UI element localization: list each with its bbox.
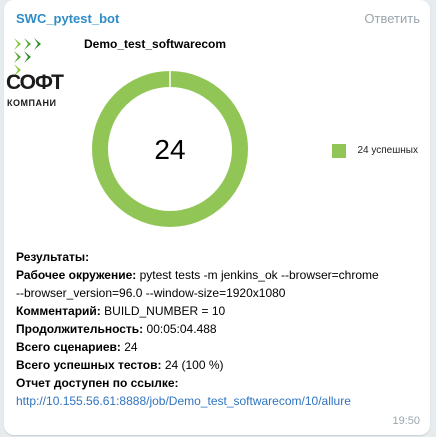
legend-swatch-passed: [332, 143, 346, 158]
message-bubble: SWC_pytest_bot Ответить СОФТ КОМПАНИ Dem…: [4, 0, 430, 435]
donut-center-value: 24: [154, 134, 185, 165]
report-text: Результаты: Рабочее окружение: pytest te…: [16, 248, 422, 410]
scenarios-line: Всего сценариев: 24: [16, 338, 422, 356]
report-chart-image[interactable]: СОФТ КОМПАНИ Demo_test_softwarecom 24 24…: [4, 30, 430, 242]
reply-button[interactable]: Ответить: [364, 11, 420, 26]
passed-line: Всего успешных тестов: 24 (100 %): [16, 356, 422, 374]
chart-legend: 24 успешных: [332, 142, 418, 160]
comment-label: Комментарий:: [16, 304, 101, 318]
comment-value: BUILD_NUMBER = 10: [100, 304, 226, 318]
comment-line: Комментарий: BUILD_NUMBER = 10: [16, 302, 422, 320]
sender-name[interactable]: SWC_pytest_bot: [16, 11, 119, 26]
message-header: SWC_pytest_bot Ответить: [4, 0, 430, 34]
env-value-1: pytest tests -m jenkins_ok --browser=chr…: [136, 268, 379, 282]
scenarios-value: 24: [120, 340, 138, 354]
allure-report-link[interactable]: http://10.155.56.61:8888/job/Demo_test_s…: [16, 392, 422, 410]
passed-label: Всего успешных тестов:: [16, 358, 162, 372]
env-label: Рабочее окружение:: [16, 268, 137, 282]
duration-line: Продолжительность: 00:05:04.488: [16, 320, 422, 338]
link-label: Отчет доступен по ссылке:: [16, 376, 179, 390]
env-line-2: --browser_version=96.0 --window-size=192…: [16, 286, 286, 300]
donut-chart: 24: [92, 67, 248, 227]
scenarios-label: Всего сценариев:: [16, 340, 121, 354]
legend-label-passed: 24 успешных: [357, 145, 418, 157]
env-line-1: Рабочее окружение: pytest tests -m jenki…: [16, 266, 422, 284]
results-heading: Результаты:: [16, 250, 90, 264]
duration-label: Продолжительность:: [16, 322, 144, 336]
passed-value: 24 (100 %): [161, 358, 224, 372]
duration-value: 00:05:04.488: [143, 322, 217, 336]
message-time: 19:50: [392, 415, 420, 427]
